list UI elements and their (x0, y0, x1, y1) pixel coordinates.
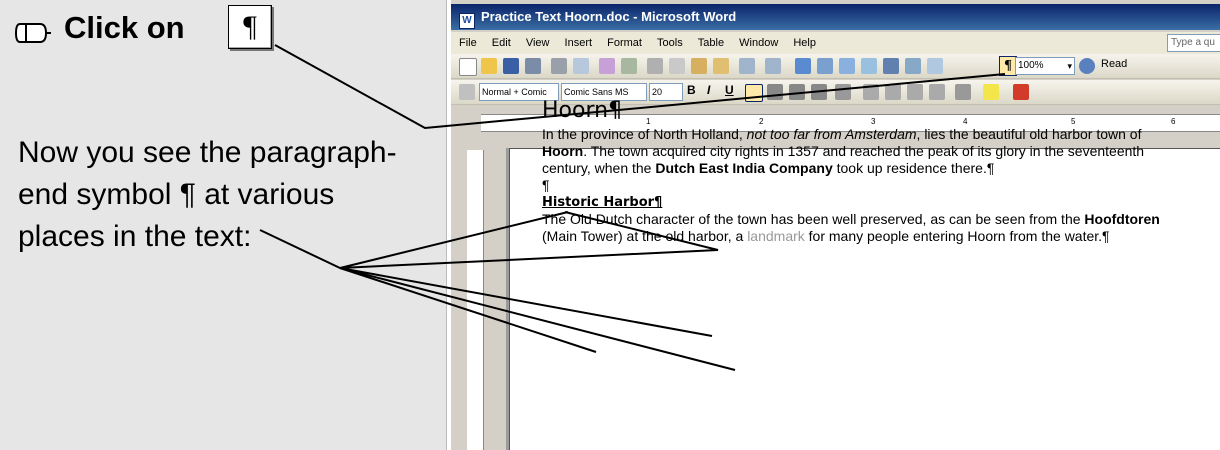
menu-format[interactable]: Format (607, 37, 642, 49)
read-button[interactable]: Read (1101, 58, 1127, 70)
paragraph-1: In the province of North Holland, not to… (542, 126, 1182, 177)
document-heading: Hoorn¶ (542, 98, 623, 123)
word-window: Practice Text Hoorn.doc - Microsoft Word… (451, 0, 1220, 450)
bold-icon[interactable]: B (687, 83, 696, 97)
paste-icon[interactable] (691, 58, 707, 74)
new-document-icon[interactable] (459, 58, 477, 76)
explanation-line: Now you see the paragraph- (18, 136, 397, 169)
title-bar: Practice Text Hoorn.doc - Microsoft Word (451, 4, 1220, 30)
tables-borders-icon[interactable] (817, 58, 833, 74)
document-map-icon[interactable] (927, 58, 943, 74)
print-icon[interactable] (551, 58, 567, 74)
research-icon[interactable] (621, 58, 637, 74)
cut-icon[interactable] (647, 58, 663, 74)
menu-edit[interactable]: Edit (492, 37, 511, 49)
text-run: (Main Tower) at the old harbor, a (542, 228, 748, 244)
undo-icon[interactable] (739, 58, 755, 74)
menu-tools[interactable]: Tools (657, 37, 683, 49)
explanation-text: Now you see the paragraph- end symbol ¶ … (18, 132, 397, 258)
save-icon[interactable] (503, 58, 519, 74)
menu-insert[interactable]: Insert (565, 37, 593, 49)
text-run-grey: landmark (747, 228, 805, 244)
redo-icon[interactable] (765, 58, 781, 74)
window-title: Practice Text Hoorn.doc - Microsoft Word (481, 9, 737, 24)
menu-help[interactable]: Help (793, 37, 816, 49)
standard-toolbar: ¶ 100% Read (451, 54, 1220, 79)
menu-window[interactable]: Window (739, 37, 778, 49)
styles-pane-icon[interactable] (459, 84, 475, 100)
underline-icon[interactable]: U (725, 83, 734, 97)
pilcrow-button-icon: ¶ (228, 5, 272, 49)
text-run-bold: Dutch East India Company (655, 160, 833, 176)
text-run-italic: not too far from Amsterdam (746, 126, 917, 142)
italic-icon[interactable]: I (707, 83, 710, 97)
menu-table[interactable]: Table (698, 37, 724, 49)
mouse-icon (14, 23, 51, 43)
columns-icon[interactable] (883, 58, 899, 74)
open-folder-icon[interactable] (481, 58, 497, 74)
print-preview-icon[interactable] (573, 58, 589, 74)
help-icon[interactable] (1079, 58, 1095, 74)
empty-paragraph-mark: ¶ (542, 177, 550, 193)
format-painter-icon[interactable] (713, 58, 729, 74)
insert-excel-icon[interactable] (861, 58, 877, 74)
text-run: The Old Dutch character of the town has … (542, 211, 1085, 227)
instruction-panel: Click on ¶ Now you see the paragraph- en… (0, 0, 446, 450)
explanation-line: end symbol ¶ at various (18, 178, 335, 211)
hyperlink-icon[interactable] (795, 58, 811, 74)
text-run: for many people entering Hoorn from the … (804, 228, 1110, 244)
step-instruction: Click on (64, 10, 185, 45)
drawing-icon[interactable] (905, 58, 921, 74)
zoom-select[interactable]: 100% (1015, 57, 1075, 75)
menu-bar: File Edit View Insert Format Tools Table… (451, 32, 1220, 54)
menu-file[interactable]: File (459, 37, 477, 49)
document-body[interactable]: Hoorn¶ In the province of North Holland,… (542, 98, 1182, 245)
spelling-icon[interactable] (599, 58, 615, 74)
menu-view[interactable]: View (526, 37, 550, 49)
text-run-bold: Hoorn (542, 143, 584, 159)
text-run: In the province of North Holland, (542, 126, 747, 142)
text-run: took up residence there.¶ (832, 160, 995, 176)
word-doc-icon (459, 13, 475, 29)
text-run: , lies the beautiful old harbor town of (916, 126, 1142, 142)
help-search-input[interactable]: Type a qu (1167, 34, 1220, 52)
permission-icon[interactable] (525, 58, 541, 74)
vertical-ruler (467, 150, 484, 450)
copy-icon[interactable] (669, 58, 685, 74)
explanation-line: places in the text: (18, 220, 252, 253)
subheading: Historic Harbor¶ (542, 195, 663, 210)
insert-table-icon[interactable] (839, 58, 855, 74)
paragraph-2: The Old Dutch character of the town has … (542, 211, 1182, 245)
text-run-bold: Hoofdtoren (1084, 211, 1160, 227)
